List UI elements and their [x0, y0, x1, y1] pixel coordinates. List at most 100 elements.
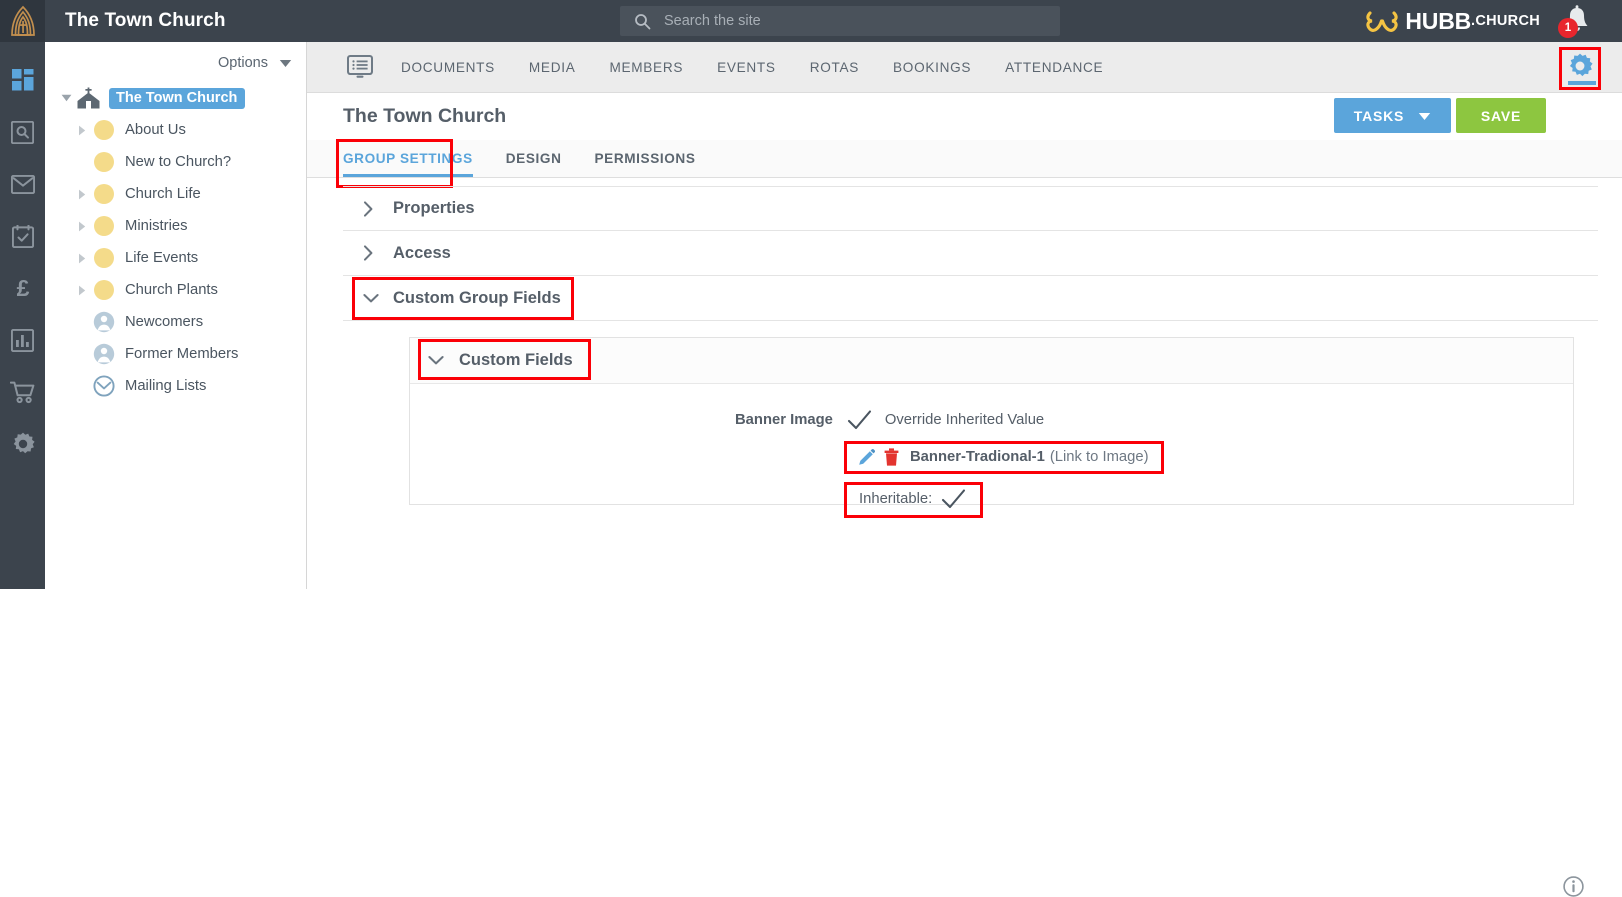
tree-twisty-empty: [73, 377, 91, 395]
nav-item-attendance[interactable]: ATTENDANCE: [1005, 60, 1103, 75]
tab-group-settings[interactable]: GROUP SETTINGS: [343, 151, 473, 177]
tree-label-selected: The Town Church: [109, 87, 246, 109]
tree-row[interactable]: Life Events: [45, 242, 306, 274]
rail-item-search[interactable]: [0, 116, 45, 148]
nav-item-media[interactable]: MEDIA: [529, 60, 576, 75]
custom-field-banner-image: Banner Image Override Inherited Value Ba…: [410, 384, 1584, 897]
info-circle-icon[interactable]: [1563, 876, 1584, 897]
tree-row[interactable]: Ministries: [45, 210, 306, 242]
module-navbar: DOCUMENTS MEDIA MEMBERS EVENTS ROTAS BOO…: [307, 42, 1622, 93]
nav-item-events[interactable]: EVENTS: [717, 60, 776, 75]
person-circle-icon: [91, 309, 117, 335]
church-arch-logo-icon[interactable]: [0, 0, 45, 42]
nav-item-bookings[interactable]: BOOKINGS: [893, 60, 971, 75]
gear-icon: [1567, 53, 1593, 84]
tab-design[interactable]: DESIGN: [506, 151, 562, 177]
tree-row[interactable]: Former Members: [45, 338, 306, 370]
tree-label: Former Members: [125, 346, 239, 362]
rail-item-shop[interactable]: [0, 376, 45, 408]
trash-icon[interactable]: [884, 448, 899, 466]
group-tree: The Town Church About Us New to Church? …: [45, 76, 306, 402]
caret-right-icon[interactable]: [73, 217, 91, 235]
tab-permissions[interactable]: PERMISSIONS: [594, 151, 695, 177]
tasks-button[interactable]: TASKS: [1334, 98, 1451, 133]
caret-down-icon: [279, 59, 292, 68]
hubb-name: HUBB: [1405, 7, 1472, 34]
rail-item-tasks[interactable]: [0, 220, 45, 252]
caret-right-icon[interactable]: [73, 121, 91, 139]
page-header: The Town Church TASKS SAVE: [307, 93, 1622, 140]
hubb-butterfly-icon: [1366, 8, 1399, 34]
envelope-circle-icon: [91, 373, 117, 399]
search-icon: [634, 13, 651, 30]
tree-row[interactable]: Church Plants: [45, 274, 306, 306]
tree-row[interactable]: Mailing Lists: [45, 370, 306, 402]
hubb-brand[interactable]: HUBB .CHURCH: [1366, 0, 1540, 42]
caret-right-icon[interactable]: [73, 185, 91, 203]
site-title: The Town Church: [65, 10, 226, 31]
folder-dot-icon: [91, 277, 117, 303]
tree-label: Mailing Lists: [125, 378, 207, 394]
rail-item-mail[interactable]: [0, 168, 45, 200]
tree-twisty-empty: [73, 313, 91, 331]
tree-row[interactable]: Church Life: [45, 178, 306, 210]
caret-down-icon: [1418, 108, 1431, 124]
notifications-button[interactable]: 1: [1558, 4, 1604, 40]
section-label: Custom Group Fields: [393, 288, 561, 307]
banner-image-row: Banner Image Override Inherited Value: [410, 410, 1573, 430]
chevron-right-icon: [363, 200, 385, 217]
tree-label: Ministries: [125, 218, 188, 234]
folder-dot-icon: [91, 213, 117, 239]
section-label: Properties: [393, 199, 475, 217]
rail-item-reports[interactable]: [0, 324, 45, 356]
custom-fields-header[interactable]: Custom Fields: [410, 338, 1573, 384]
church-home-icon: [75, 85, 101, 111]
check-icon[interactable]: [847, 410, 872, 430]
save-button-label: SAVE: [1480, 107, 1522, 124]
tasks-button-label: TASKS: [1353, 107, 1405, 124]
tree-twisty-empty: [73, 153, 91, 171]
check-icon[interactable]: [941, 489, 966, 509]
tree-row[interactable]: About Us: [45, 114, 306, 146]
tree-label: About Us: [125, 122, 186, 138]
caret-right-icon[interactable]: [73, 249, 91, 267]
rail-item-dashboard[interactable]: [0, 64, 45, 96]
tree-label: Church Life: [125, 186, 201, 202]
banner-image-value[interactable]: Banner-Tradional-1 (Link to Image): [844, 441, 1164, 474]
section-custom-group-fields[interactable]: Custom Group Fields: [343, 276, 1598, 321]
save-button[interactable]: SAVE: [1456, 98, 1546, 133]
tree-label: New to Church?: [125, 154, 232, 170]
tree-row[interactable]: The Town Church: [45, 82, 306, 114]
tree-row[interactable]: New to Church?: [45, 146, 306, 178]
search-placeholder: Search the site: [664, 13, 761, 29]
rail-item-settings[interactable]: [0, 428, 45, 460]
search-input[interactable]: Search the site: [620, 6, 1060, 36]
section-properties[interactable]: Properties: [343, 186, 1598, 231]
custom-fields-label: Custom Fields: [459, 351, 573, 369]
nav-item-documents[interactable]: DOCUMENTS: [401, 60, 495, 75]
content-area: The Town Church TASKS SAVE GROUP SETTING…: [307, 93, 1622, 897]
caret-down-icon[interactable]: [57, 89, 75, 107]
pencil-icon[interactable]: [858, 448, 875, 466]
nav-item-members[interactable]: MEMBERS: [609, 60, 683, 75]
gear-active-indicator: [1568, 81, 1596, 85]
tree-twisty-empty: [73, 345, 91, 363]
section-access[interactable]: Access: [343, 231, 1598, 276]
tree-row[interactable]: Newcomers: [45, 306, 306, 338]
settings-gear-button[interactable]: [1559, 47, 1601, 90]
options-label: Options: [218, 55, 268, 71]
top-bar: The Town Church Search the site HUBB .CH…: [0, 0, 1622, 42]
settings-tabs: GROUP SETTINGS DESIGN PERMISSIONS: [307, 139, 1622, 188]
document-list-icon[interactable]: [347, 55, 373, 79]
hubb-suffix: .CHURCH: [1471, 13, 1540, 29]
caret-right-icon[interactable]: [73, 281, 91, 299]
folder-dot-icon: [91, 245, 117, 271]
inheritable-toggle[interactable]: Inheritable:: [844, 482, 984, 518]
icon-rail: £: [0, 42, 45, 589]
rail-item-finance[interactable]: £: [0, 272, 45, 304]
chevron-right-icon: [363, 245, 385, 261]
nav-item-rotas[interactable]: ROTAS: [810, 60, 859, 75]
banner-image-label: Banner Image: [735, 412, 833, 428]
options-dropdown[interactable]: Options: [45, 42, 306, 76]
notification-count-badge: 1: [1558, 18, 1578, 38]
